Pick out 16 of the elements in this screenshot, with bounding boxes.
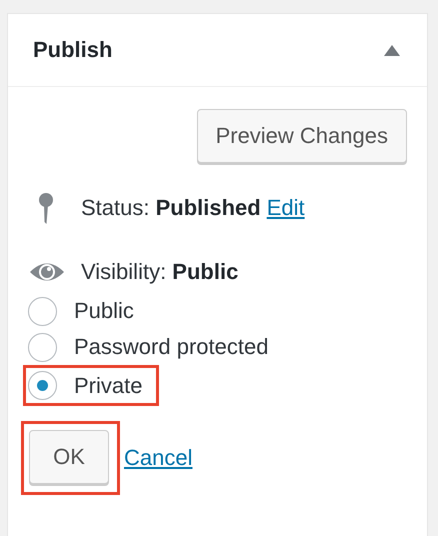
radio-button[interactable] — [28, 332, 57, 362]
radio-label[interactable]: Password protected — [74, 334, 268, 360]
radio-button[interactable] — [28, 296, 57, 326]
pin-icon — [38, 192, 54, 224]
preview-changes-button[interactable]: Preview Changes — [196, 109, 407, 163]
collapse-arrow-icon[interactable] — [384, 44, 400, 56]
radio-button[interactable] — [28, 371, 57, 400]
radio-label[interactable]: Public — [74, 298, 134, 324]
eye-icon — [29, 261, 65, 283]
radio-label[interactable]: Private — [74, 372, 142, 398]
edit-link[interactable]: Edit — [266, 195, 305, 221]
cancel-link[interactable]: Cancel — [124, 445, 192, 471]
panel-title: Publish — [33, 37, 112, 63]
ok-button[interactable]: OK — [29, 430, 109, 484]
visibility-text: Visibility: Public — [81, 259, 238, 285]
status-text: Status: Published — [81, 195, 261, 221]
